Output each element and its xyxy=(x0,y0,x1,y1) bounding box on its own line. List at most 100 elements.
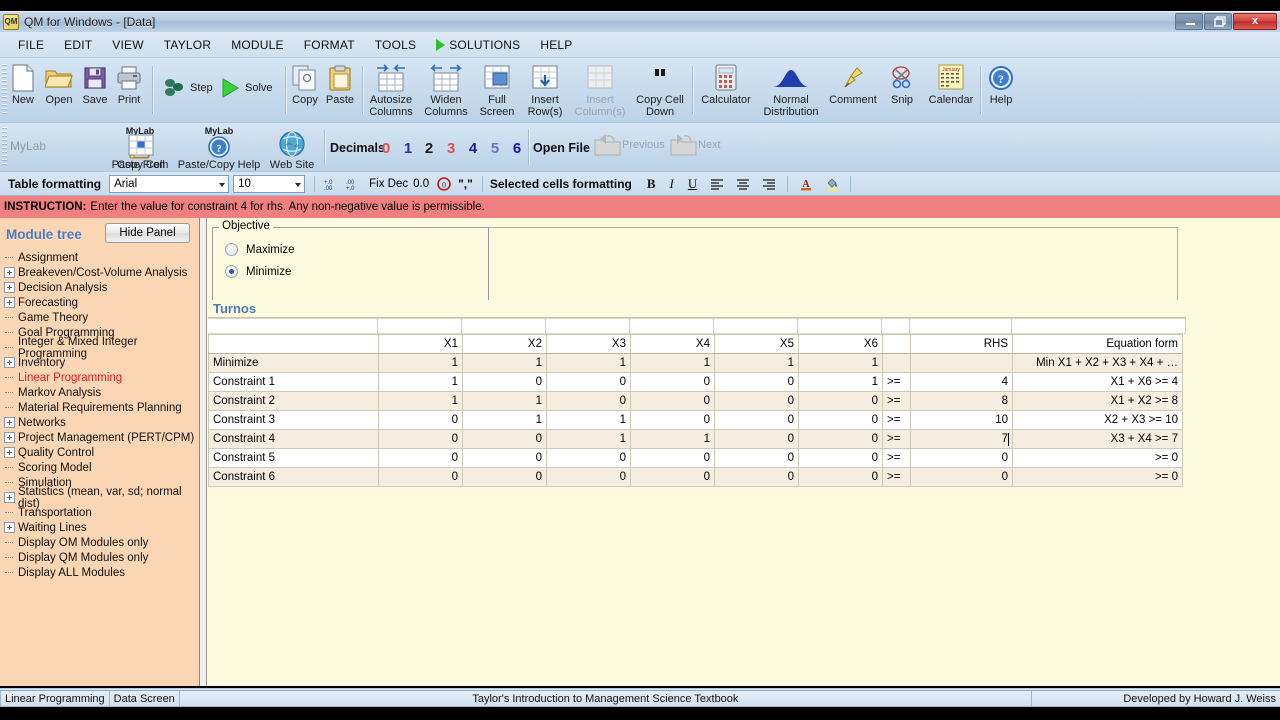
minimize-button[interactable] xyxy=(1175,13,1203,30)
maximize-radio[interactable] xyxy=(225,243,238,256)
sidebar-item-assignment[interactable]: Assignment xyxy=(0,250,200,265)
decimals-option-1[interactable]: 1 xyxy=(400,140,416,157)
cell-equation-form[interactable]: X1 + X6 >= 4 xyxy=(1012,372,1183,392)
cell-x4[interactable]: 0 xyxy=(630,467,715,487)
table-row[interactable]: Constraint 2 1 1 0 0 0 0 >= 8 X1 + X2 >= 8 xyxy=(208,391,1183,411)
expand-plus-icon[interactable] xyxy=(4,522,15,533)
cell-x5[interactable]: 0 xyxy=(714,391,799,411)
table-row[interactable]: Constraint 4 0 0 1 1 0 0 >= 7 X3 + X4 >= 7 xyxy=(208,429,1183,449)
sidebar-item-markov-analysis[interactable]: Markov Analysis xyxy=(0,385,200,400)
sidebar-item-display-qm-modules-only[interactable]: Display QM Modules only xyxy=(0,550,200,565)
row-label-cell[interactable]: Constraint 2 xyxy=(208,391,379,411)
expand-plus-icon[interactable] xyxy=(4,282,15,293)
menu-taylor[interactable]: TAYLOR xyxy=(154,35,221,55)
cell-x2[interactable]: 0 xyxy=(462,372,547,392)
toolbar-snip-button[interactable]: Snip xyxy=(882,62,922,106)
align-left-icon[interactable] xyxy=(710,178,724,190)
cell-x2[interactable]: 0 xyxy=(462,448,547,468)
cell-x3[interactable]: 1 xyxy=(546,429,631,449)
cell-x1[interactable]: 1 xyxy=(378,391,463,411)
table-row[interactable]: Constraint 1 1 0 0 0 0 1 >= 4 X1 + X6 >= 4 xyxy=(208,372,1183,392)
toolbar-normal-distribution-button[interactable]: Normal Distribution xyxy=(758,62,824,118)
cell-equation-form[interactable]: X1 + X2 >= 8 xyxy=(1012,391,1183,411)
toolbar-copy-button[interactable]: Copy xyxy=(288,62,322,106)
row-label-cell[interactable]: Constraint 3 xyxy=(208,410,379,430)
expand-plus-icon[interactable] xyxy=(4,492,15,503)
sidebar-item-game-theory[interactable]: Game Theory xyxy=(0,310,200,325)
cell-x5[interactable]: 1 xyxy=(714,353,799,373)
toolbar-open-button[interactable]: Open xyxy=(41,62,77,106)
cell-relation[interactable]: >= xyxy=(882,429,911,449)
col-header-x1[interactable]: X1 xyxy=(378,334,463,354)
cell-x2[interactable]: 1 xyxy=(462,410,547,430)
toolbar-calendar-button[interactable]: January Calendar xyxy=(924,62,978,106)
col-header-x2[interactable]: X2 xyxy=(462,334,547,354)
row-label-cell[interactable]: Constraint 1 xyxy=(208,372,379,392)
cell-x1[interactable]: 0 xyxy=(378,448,463,468)
row-label-cell[interactable]: Constraint 6 xyxy=(208,467,379,487)
toolbar-save-button[interactable]: Save xyxy=(78,62,112,106)
row-label-cell[interactable]: Minimize xyxy=(208,353,379,373)
row-label-cell[interactable]: Constraint 4 xyxy=(208,429,379,449)
cell-x5[interactable]: 0 xyxy=(714,429,799,449)
cell-rhs[interactable]: 0 xyxy=(910,467,1013,487)
cell-relation[interactable]: >= xyxy=(882,410,911,430)
toolbar-insert-rows-button[interactable]: Insert Row(s) xyxy=(522,62,568,118)
cell-x2[interactable]: 0 xyxy=(462,467,547,487)
expand-plus-icon[interactable] xyxy=(4,417,15,428)
col-header-blank[interactable] xyxy=(208,334,379,354)
cell-equation-form[interactable]: X3 + X4 >= 7 xyxy=(1012,429,1183,449)
cell-x6[interactable]: 0 xyxy=(798,429,883,449)
increase-decimal-icon[interactable]: +.0 .00 xyxy=(323,177,339,191)
toolbar-web-site-button[interactable]: Web Site xyxy=(266,129,318,171)
decimals-option-6[interactable]: 6 xyxy=(509,140,525,157)
cell-x1[interactable]: 0 xyxy=(378,429,463,449)
cell-x5[interactable]: 0 xyxy=(714,448,799,468)
cell-relation[interactable]: >= xyxy=(882,467,911,487)
decimals-option-0[interactable]: 0 xyxy=(378,140,394,157)
no-format-icon[interactable]: 0 xyxy=(437,176,451,191)
toolbar-comment-button[interactable]: Comment xyxy=(826,62,880,106)
decrease-decimal-icon[interactable]: .00 +.0 xyxy=(345,177,361,191)
cell-x5[interactable]: 0 xyxy=(714,410,799,430)
sidebar-scrollbar[interactable] xyxy=(200,218,207,686)
cell-x4[interactable]: 0 xyxy=(630,372,715,392)
toolbar-copy-cell-down-button[interactable]: Copy Cell Down xyxy=(632,62,688,118)
sidebar-item-display-all-modules[interactable]: Display ALL Modules xyxy=(0,565,200,580)
minimize-radio[interactable] xyxy=(225,265,238,278)
row-label-cell[interactable]: Constraint 5 xyxy=(208,448,379,468)
cell-x6[interactable]: 1 xyxy=(798,372,883,392)
expand-plus-icon[interactable] xyxy=(4,267,15,278)
sidebar-item-display-om-modules-only[interactable]: Display OM Modules only xyxy=(0,535,200,550)
cell-x4[interactable]: 0 xyxy=(630,391,715,411)
align-right-icon[interactable] xyxy=(762,178,776,190)
cell-x3[interactable]: 1 xyxy=(546,410,631,430)
cell-rhs[interactable]: 10 xyxy=(910,410,1013,430)
sidebar-item-networks[interactable]: Networks xyxy=(0,415,200,430)
sidebar-item-integer-mixed-integer-programming[interactable]: Integer & Mixed Integer Programming xyxy=(0,336,200,360)
hide-panel-button[interactable]: Hide Panel xyxy=(105,223,190,243)
cell-x1[interactable]: 1 xyxy=(378,372,463,392)
comma-format-button[interactable]: "," xyxy=(458,177,473,191)
cell-x2[interactable]: 1 xyxy=(462,353,547,373)
toolbar-copy-cell-grid-button[interactable]: Copy Cell xyxy=(114,133,168,171)
sidebar-item-project-management-pert-cpm[interactable]: Project Management (PERT/CPM) xyxy=(0,430,200,445)
cell-x2[interactable]: 0 xyxy=(462,429,547,449)
cell-x6[interactable]: 0 xyxy=(798,467,883,487)
col-header-rhs[interactable]: RHS xyxy=(910,334,1013,354)
cell-equation-form[interactable]: >= 0 xyxy=(1012,467,1183,487)
col-header-x3[interactable]: X3 xyxy=(546,334,631,354)
cell-x1[interactable]: 0 xyxy=(378,467,463,487)
font-family-select[interactable]: Arial xyxy=(109,174,230,193)
toolbar-autosize-columns-button[interactable]: Autosize Columns xyxy=(365,62,417,118)
table-row[interactable]: Minimize 1 1 1 1 1 1 Min X1 + X2 + X3 + X4 + … xyxy=(208,353,1183,373)
menu-format[interactable]: FORMAT xyxy=(294,35,365,55)
menu-module[interactable]: MODULE xyxy=(221,35,294,55)
cell-relation[interactable] xyxy=(882,353,911,373)
col-header-relation[interactable] xyxy=(882,334,911,354)
cell-relation[interactable]: >= xyxy=(882,391,911,411)
fix-dec-label[interactable]: Fix Dec xyxy=(369,178,408,190)
cell-x3[interactable]: 0 xyxy=(546,467,631,487)
col-header-x5[interactable]: X5 xyxy=(714,334,799,354)
decimals-option-3[interactable]: 3 xyxy=(443,140,459,157)
